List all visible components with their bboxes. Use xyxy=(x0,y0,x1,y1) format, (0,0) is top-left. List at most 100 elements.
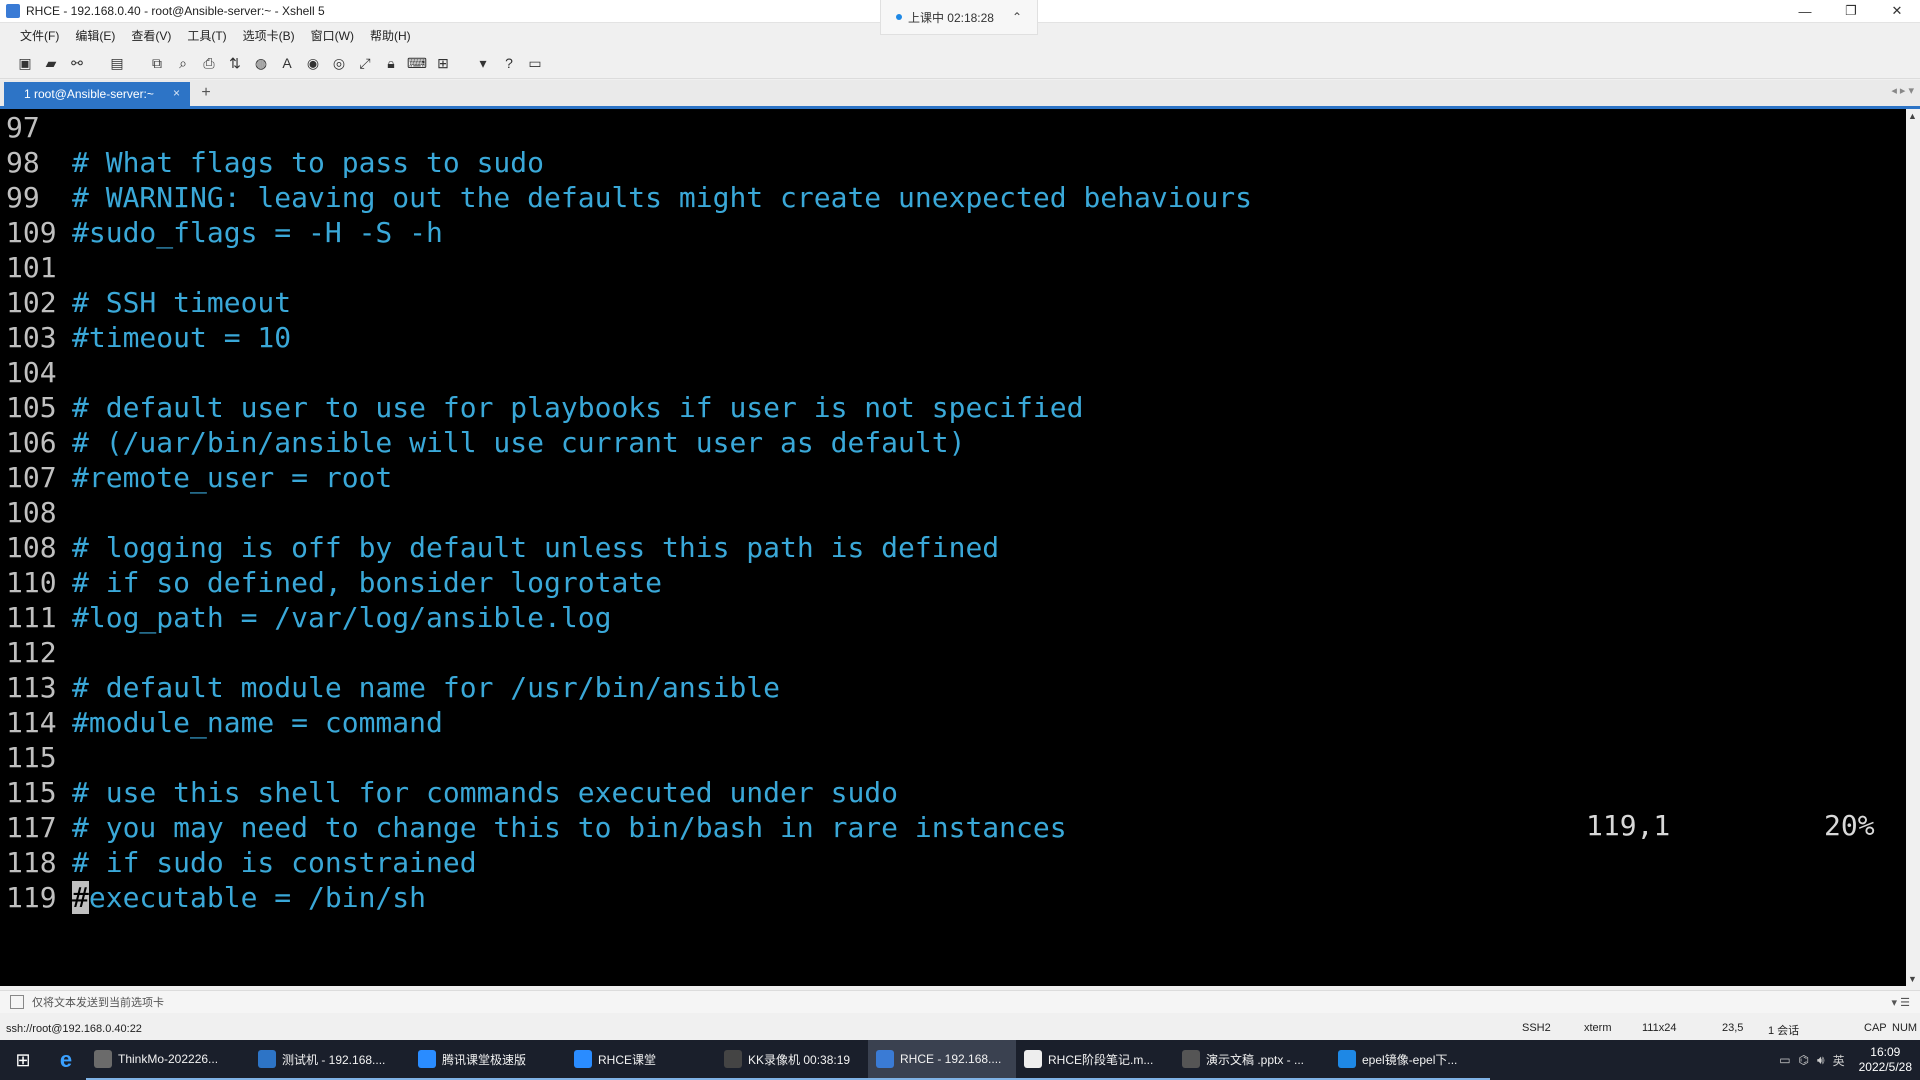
maximize-button[interactable]: ❐ xyxy=(1828,0,1874,22)
line-text: # you may need to change this to bin/bas… xyxy=(72,811,1067,844)
taskbar-item-label: RHCE课堂 xyxy=(598,1052,657,1067)
taskbar-item[interactable]: RHCE - 192.168.... xyxy=(868,1040,1016,1080)
compose-icon xyxy=(10,995,24,1009)
help-icon[interactable]: ? xyxy=(498,52,520,74)
line-text: #log_path = /var/log/ansible.log xyxy=(72,601,612,634)
xmanager-icon[interactable]: ◎ xyxy=(328,52,350,74)
line-number: 103 xyxy=(6,321,57,354)
globe-icon[interactable]: ◍ xyxy=(250,52,272,74)
connection-address: ssh://root@192.168.0.40:22 xyxy=(6,1023,142,1035)
line-number: 113 xyxy=(6,671,57,704)
dropdown-icon[interactable]: ▾ xyxy=(472,52,494,74)
menu-edit[interactable]: 编辑(E) xyxy=(67,27,123,44)
taskbar-item-label: epel镜像-epel下... xyxy=(1362,1052,1458,1067)
line-number: 114 xyxy=(6,706,57,739)
line-number: 108 xyxy=(6,531,57,564)
system-clock[interactable]: 16:09 2022/5/28 xyxy=(1859,1045,1912,1075)
num-lock-indicator: NUM xyxy=(1892,1022,1918,1034)
line-number: 99 xyxy=(6,181,40,214)
line-number: 102 xyxy=(6,286,57,319)
taskbar-item[interactable]: RHCE阶段笔记.m... xyxy=(1016,1040,1174,1080)
windows-start-icon[interactable]: ⊞ xyxy=(0,1040,46,1080)
line-text: executable = /bin/sh xyxy=(88,881,427,914)
compose-menu-icon[interactable]: ▾ ☰ xyxy=(1892,996,1910,1009)
protocol-label: SSH2 xyxy=(1522,1022,1551,1034)
class-session-badge[interactable]: 上课中 02:18:28 ⌃ xyxy=(880,0,1038,35)
taskbar-item-label: 演示文稿 .pptx - ... xyxy=(1206,1052,1305,1067)
terminal-scrollbar[interactable]: ▲ ▼ xyxy=(1906,109,1920,986)
menu-help[interactable]: 帮助(H) xyxy=(362,27,419,44)
terminal-line: 111 #log_path = /var/log/ansible.log xyxy=(6,601,611,635)
taskbar-item[interactable]: epel镜像-epel下... xyxy=(1330,1040,1490,1080)
disconnect-icon[interactable]: ⚯ xyxy=(66,52,88,74)
tab-scroll-icon[interactable]: ◂ ▸ ▾ xyxy=(1891,84,1914,97)
notification-icon[interactable]: ▭ xyxy=(1779,1053,1790,1067)
terminal-line: 112 xyxy=(6,636,72,670)
taskbar-item[interactable]: ThinkMo-202226... xyxy=(86,1040,250,1080)
line-number: 109 xyxy=(6,216,57,249)
menu-window[interactable]: 窗口(W) xyxy=(303,27,362,44)
add-tab-button[interactable]: + xyxy=(196,82,216,104)
edge-browser-icon[interactable]: e xyxy=(46,1040,86,1080)
system-tray: ▭ ⌬ 🔊︎ 英 16:09 2022/5/28 xyxy=(1779,1040,1920,1080)
tab-close-icon[interactable]: × xyxy=(173,86,180,100)
find-icon[interactable]: ⌕ xyxy=(172,52,194,74)
terminal-line: 106 # (/uar/bin/ansible will use currant … xyxy=(6,426,965,460)
terminal-line: 98 # What flags to pass to sudo xyxy=(6,146,544,180)
compose-bar[interactable]: 仅将文本发送到当前选项卡 ▾ ☰ xyxy=(0,990,1920,1013)
taskbar-item[interactable]: 测试机 - 192.168.... xyxy=(250,1040,410,1080)
volume-icon[interactable]: 🔊︎ xyxy=(1817,1053,1825,1068)
keyboard-icon[interactable]: ⌨ xyxy=(406,52,428,74)
copy-icon[interactable]: ⧉ xyxy=(146,52,168,74)
terminal-line: 104 xyxy=(6,356,72,390)
toolbar: ▣ ▰ ⚯ ▤ ⧉ ⌕ ⎙ ⇅ ◍ A ◉ ◎ ⤢ 🔒︎ ⌨ ⊞ ▾ ? ▭ xyxy=(0,48,1920,79)
minimize-button[interactable]: — xyxy=(1782,0,1828,22)
class-session-text: 上课中 02:18:28 xyxy=(907,10,994,25)
taskbar-item[interactable]: KK录像机 00:38:19 xyxy=(716,1040,868,1080)
terminal-type: xterm xyxy=(1584,1022,1612,1034)
line-text: # if sudo is constrained xyxy=(72,846,477,879)
taskbar-app-icon xyxy=(94,1050,112,1068)
transfer-icon[interactable]: ⇅ xyxy=(224,52,246,74)
xftp-icon[interactable]: ◉ xyxy=(302,52,324,74)
network-icon[interactable]: ⌬ xyxy=(1799,1053,1809,1067)
title-bar: RHCE - 192.168.0.40 - root@Ansible-serve… xyxy=(0,0,1920,35)
terminal-line: 101 xyxy=(6,251,72,285)
menu-tab[interactable]: 选项卡(B) xyxy=(235,27,303,44)
tab-session-1[interactable]: 1 root@Ansible-server:~ × xyxy=(4,82,190,106)
menu-file[interactable]: 文件(F) xyxy=(12,27,67,44)
lock-icon[interactable]: 🔒︎ xyxy=(380,52,402,74)
line-number: 115 xyxy=(6,776,57,809)
font-icon[interactable]: A xyxy=(276,52,298,74)
line-text: #sudo_flags = -H -S -h xyxy=(72,216,443,249)
tab-label: 1 root@Ansible-server:~ xyxy=(24,87,154,101)
line-text: # SSH timeout xyxy=(72,286,292,319)
open-folder-icon[interactable]: ▰ xyxy=(40,52,62,74)
windows-taskbar: ⊞ e ThinkMo-202226... 测试机 - 192.168.... 腾讯… xyxy=(0,1040,1920,1080)
terminal-line: 115 # use this shell for commands execute… xyxy=(6,776,898,810)
fullscreen-icon[interactable]: ⤢ xyxy=(354,52,376,74)
chevron-up-icon[interactable]: ⌃ xyxy=(1012,10,1022,24)
menu-tools[interactable]: 工具(T) xyxy=(179,27,234,44)
properties-icon[interactable]: ▤ xyxy=(106,52,128,74)
taskbar-item[interactable]: 演示文稿 .pptx - ... xyxy=(1174,1040,1330,1080)
terminal-line: 108 xyxy=(6,496,72,530)
line-number: 98 xyxy=(6,146,40,179)
new-tab-icon[interactable]: ⊞ xyxy=(432,52,454,74)
new-session-icon[interactable]: ▣ xyxy=(14,52,36,74)
scroll-up-icon[interactable]: ▲ xyxy=(1908,111,1917,121)
taskbar-item-label: RHCE阶段笔记.m... xyxy=(1048,1052,1154,1067)
terminal-line: 110 # if so defined, bonsider logrotate xyxy=(6,566,662,600)
close-button[interactable]: ✕ xyxy=(1874,0,1920,22)
input-language[interactable]: 英 xyxy=(1833,1052,1845,1069)
menu-view[interactable]: 查看(V) xyxy=(123,27,179,44)
taskbar-app-icon xyxy=(1338,1050,1356,1068)
scroll-down-icon[interactable]: ▼ xyxy=(1908,974,1917,984)
print-icon[interactable]: ⎙ xyxy=(198,52,220,74)
terminal-line: 109 #sudo_flags = -H -S -h xyxy=(6,216,443,250)
taskbar-app-icon xyxy=(724,1050,742,1068)
taskbar-item[interactable]: RHCE课堂 xyxy=(566,1040,716,1080)
chat-icon[interactable]: ▭ xyxy=(524,52,546,74)
taskbar-item[interactable]: 腾讯课堂极速版 xyxy=(410,1040,566,1080)
terminal-view[interactable]: 97 98 # What flags to pass to sudo 99 # WARN… xyxy=(0,109,1906,986)
